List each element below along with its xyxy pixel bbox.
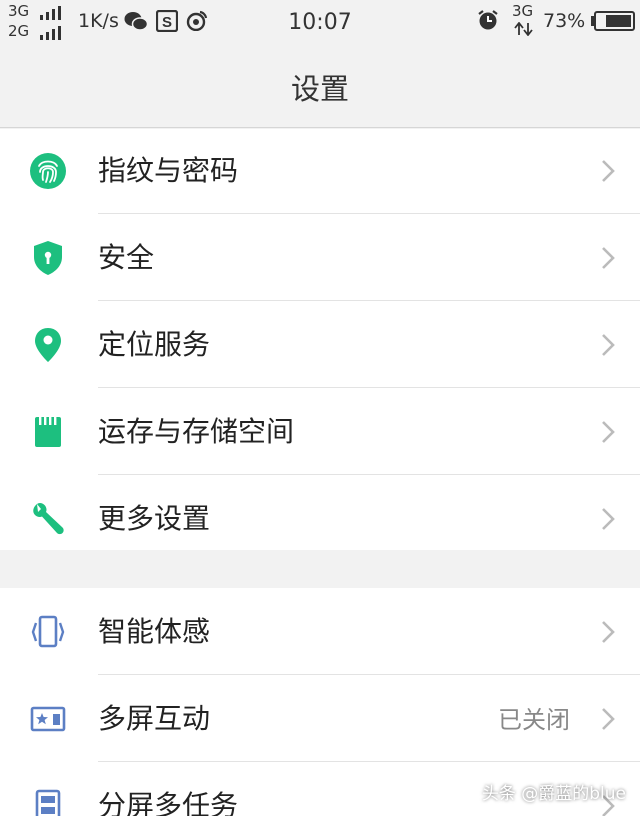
settings-item-smart-motion[interactable]: 智能体感 (0, 588, 640, 675)
settings-item-label: 分屏多任务 (98, 789, 239, 816)
settings-item-label: 指纹与密码 (98, 154, 239, 187)
shield-icon (28, 238, 68, 278)
phone-shake-icon (28, 612, 68, 652)
settings-item-location[interactable]: 定位服务 (0, 301, 640, 388)
settings-item-label: 多屏互动 (98, 702, 211, 735)
status-value: 已关闭 (498, 706, 570, 734)
location-pin-icon (28, 325, 68, 365)
split-screen-icon (28, 786, 68, 816)
alarm-icon (478, 10, 498, 30)
settings-item-fingerprint[interactable]: 指纹与密码 (0, 127, 640, 214)
settings-item-more-settings[interactable]: 更多设置 (0, 475, 640, 562)
chevron-right-icon (602, 708, 615, 730)
chevron-right-icon (602, 160, 615, 182)
settings-item-multi-screen[interactable]: 多屏互动 已关闭 (0, 675, 640, 762)
watermark: 头条 @爵蓝的blue (481, 784, 626, 804)
chevron-right-icon (602, 334, 615, 356)
settings-group-security: 指纹与密码 安全 定位服务 运存与存储空间 更多设置 (0, 129, 640, 550)
chevron-right-icon (602, 247, 615, 269)
chevron-right-icon (602, 621, 615, 643)
settings-item-label: 智能体感 (98, 615, 211, 648)
network-type: 3G (512, 2, 534, 20)
chevron-right-icon (602, 508, 615, 530)
settings-item-security[interactable]: 安全 (0, 214, 640, 301)
fingerprint-icon (28, 151, 68, 191)
data-arrows-icon (514, 22, 533, 36)
settings-item-label: 更多设置 (98, 502, 211, 535)
chevron-right-icon (602, 421, 615, 443)
settings-item-label: 运存与存储空间 (98, 415, 295, 448)
page-title: 设置 (290, 72, 349, 106)
settings-item-storage[interactable]: 运存与存储空间 (0, 388, 640, 475)
title-bar: 设置 (0, 44, 640, 128)
battery-icon (591, 11, 635, 31)
sd-card-icon (28, 412, 68, 452)
status-bar: 3G 2G 1K/s S 10:07 3G 73% (0, 0, 640, 44)
settings-item-label: 定位服务 (98, 328, 211, 361)
screen-cast-icon (28, 699, 68, 739)
wrench-icon (28, 499, 68, 539)
battery-percent: 73% (543, 10, 586, 32)
settings-item-label: 安全 (98, 241, 155, 274)
